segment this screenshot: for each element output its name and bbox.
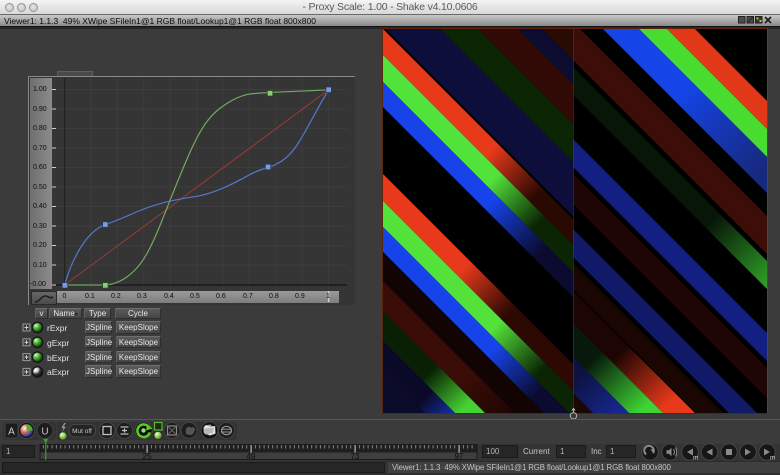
svg-text:Mut off: Mut off [72,428,92,435]
svg-text:49: 49 [247,452,256,461]
svg-text:97: 97 [455,452,464,461]
svg-text:25: 25 [143,452,152,461]
svg-text:A: A [8,427,15,438]
svg-text:73: 73 [351,452,360,461]
svg-text:U: U [41,427,48,438]
